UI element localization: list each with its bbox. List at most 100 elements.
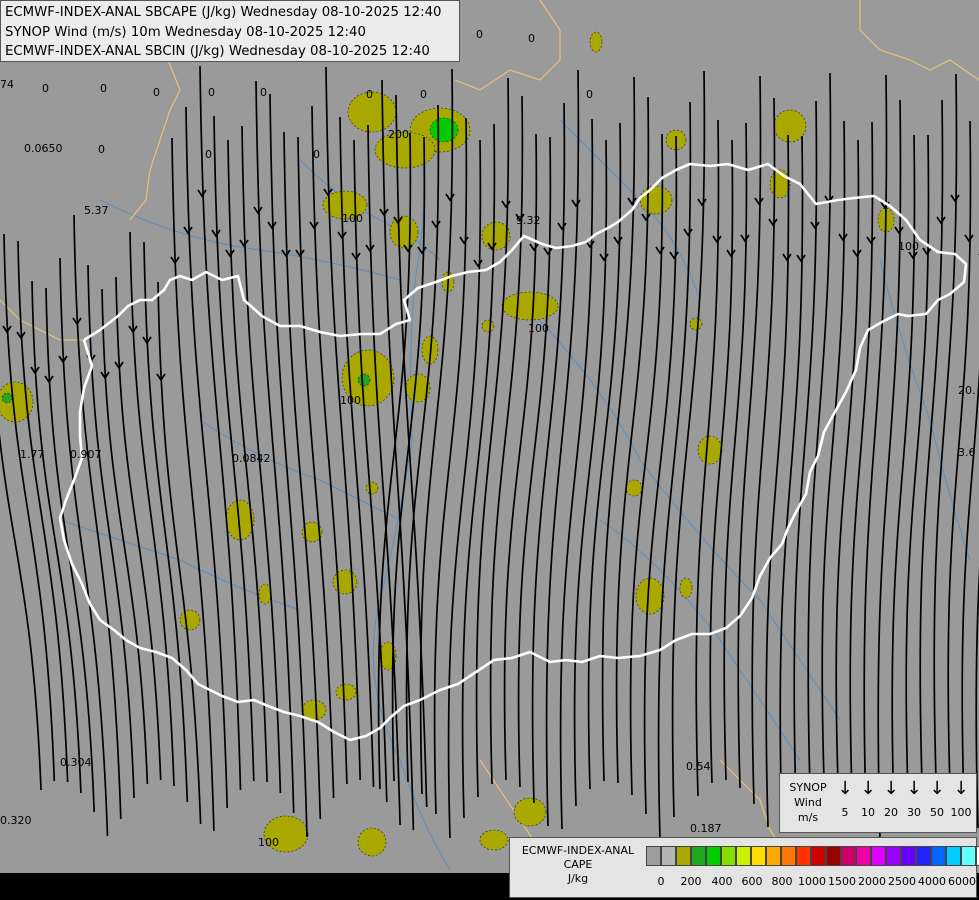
- cape-tick: 600: [741, 875, 763, 888]
- synop-speed-10: ↓ 10: [857, 778, 879, 820]
- cape-area: [513, 797, 547, 827]
- title-synop-wind: SYNOP Wind (m/s) 10m Wednesday 08-10-202…: [5, 24, 366, 40]
- synop-speed-30: ↓ 30: [903, 778, 925, 820]
- down-arrow-icon: ↓: [883, 778, 899, 799]
- cin-label: 200: [388, 128, 409, 141]
- title-box: ECMWF-INDEX-ANAL SBCAPE (J/kg) Wednesday…: [0, 0, 460, 62]
- cape-swatch: [751, 846, 766, 866]
- cape-area: [639, 185, 673, 215]
- down-arrow-icon: ↓: [953, 778, 969, 799]
- cape-tick: 4000: [918, 875, 946, 888]
- weather-map: 0 0 0 0 0 0 0 0 0 0 0 0 0 0.0650 5.37 9.32 1.77 0.907 0.08…: [0, 0, 979, 900]
- cape-swatch: [766, 846, 781, 866]
- cape-color-legend: ECMWF-INDEX-ANAL CAPE J/kg 0 200 400 600…: [509, 837, 979, 898]
- cape-swatch: [676, 846, 691, 866]
- synop-legend-title: SYNOP Wind m/s: [782, 780, 834, 825]
- cape-area: [479, 829, 509, 851]
- synop-speed-label: 100: [950, 806, 972, 819]
- cape-area: [689, 317, 703, 331]
- cape-area: [589, 31, 603, 53]
- cin-label: 0.187: [690, 822, 722, 835]
- cape-area: [501, 291, 559, 321]
- down-arrow-icon: ↓: [837, 778, 853, 799]
- cin-label: 100: [342, 212, 363, 225]
- cape-area: [697, 435, 723, 465]
- cin-label: 0: [420, 88, 427, 101]
- cin-label: 20.: [958, 384, 976, 397]
- synop-speed-label: 50: [930, 806, 944, 819]
- cape-tick: 0: [657, 875, 665, 888]
- cin-label: 0: [98, 143, 105, 156]
- cape-swatch: [826, 846, 841, 866]
- cape-area: [389, 215, 419, 249]
- cape-swatch: [811, 846, 826, 866]
- synop-speed-label: 10: [861, 806, 875, 819]
- cape-swatch: [886, 846, 901, 866]
- synop-legend-title-line: SYNOP: [789, 781, 827, 794]
- cape-swatch: [646, 846, 661, 866]
- cin-label: 3.6: [958, 446, 976, 459]
- cape-tick: 200: [680, 875, 702, 888]
- cape-legend-title-line: J/kg: [567, 872, 589, 885]
- cin-label: 0.54: [686, 760, 711, 773]
- cape-swatch: [961, 846, 976, 866]
- synop-legend-title-line: Wind: [794, 796, 822, 809]
- cape-tick: 800: [771, 875, 793, 888]
- cape-area: [635, 577, 665, 615]
- title-cin: ECMWF-INDEX-ANAL SBCIN (J/kg) Wednesday …: [5, 44, 430, 59]
- title-cape: ECMWF-INDEX-ANAL SBCAPE (J/kg) Wednesday…: [5, 5, 442, 20]
- cape-legend-title-line: CAPE: [563, 858, 593, 871]
- synop-speed-label: 5: [841, 806, 849, 819]
- synop-speed-5: ↓ 5: [834, 778, 856, 820]
- cin-label: 0: [205, 148, 212, 161]
- cape-area: [481, 319, 495, 333]
- cape-swatch: [901, 846, 916, 866]
- cape-area: [179, 609, 201, 631]
- cape-swatch: [871, 846, 886, 866]
- synop-legend-title-line: m/s: [797, 811, 819, 824]
- cin-label: 0.0842: [232, 452, 271, 465]
- cape-area: [357, 827, 387, 857]
- cape-tick: 6000: [948, 875, 976, 888]
- cape-area: [1, 392, 13, 404]
- cape-tick: 2000: [858, 875, 886, 888]
- cape-swatch: [856, 846, 871, 866]
- cin-label: 100: [898, 240, 919, 253]
- cape-swatch: [691, 846, 706, 866]
- cape-area: [429, 117, 459, 143]
- down-arrow-icon: ↓: [860, 778, 876, 799]
- cin-label: 0: [208, 86, 215, 99]
- cin-label: 100: [340, 394, 361, 407]
- cin-label: 0.0650: [24, 142, 63, 155]
- cin-label: 0.304: [60, 756, 92, 769]
- cape-swatch: [661, 846, 676, 866]
- cin-label: 0: [42, 82, 49, 95]
- cin-label: 0.907: [70, 448, 102, 461]
- cape-tick: 2500: [888, 875, 916, 888]
- synop-speed-label: 20: [884, 806, 898, 819]
- cin-label: 0: [260, 86, 267, 99]
- cape-legend-title: ECMWF-INDEX-ANAL CAPE J/kg: [512, 844, 644, 886]
- synop-wind-legend: SYNOP Wind m/s ↓ 5 ↓ 10 ↓ 20 ↓ 30 ↓ 50 ↓ 100: [779, 773, 977, 833]
- cin-label: 74: [0, 78, 14, 91]
- cape-swatch: [946, 846, 961, 866]
- cape-area: [365, 481, 379, 495]
- cape-area: [625, 479, 643, 497]
- cin-label: 0: [100, 82, 107, 95]
- cape-swatch: [931, 846, 946, 866]
- cin-label: 0.320: [0, 814, 32, 827]
- synop-speed-50: ↓ 50: [926, 778, 948, 820]
- cape-tick: 400: [711, 875, 733, 888]
- cape-tick: 1000: [798, 875, 826, 888]
- cin-label: 0: [153, 86, 160, 99]
- cin-label: 100: [528, 322, 549, 335]
- cape-swatch: [706, 846, 721, 866]
- cin-label: 0: [528, 32, 535, 45]
- map-background: [0, 0, 979, 873]
- cin-label: 0: [586, 88, 593, 101]
- cape-area: [679, 577, 693, 599]
- down-arrow-icon: ↓: [929, 778, 945, 799]
- cape-swatch: [796, 846, 811, 866]
- cin-label: 1.77: [20, 448, 45, 461]
- black-sea-strip: [0, 873, 510, 900]
